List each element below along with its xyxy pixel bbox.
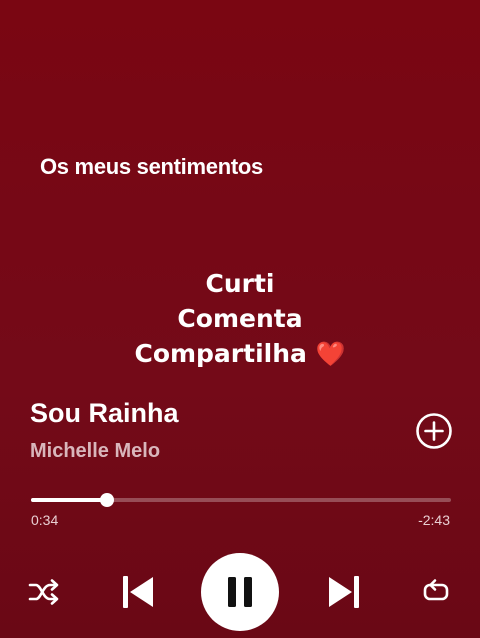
progress-fill	[31, 498, 107, 502]
shuffle-icon	[28, 579, 59, 605]
progress-bar[interactable]	[31, 493, 451, 507]
lyric-line: Os meus sentimentos	[40, 154, 263, 179]
shuffle-button[interactable]	[26, 574, 62, 610]
track-artist[interactable]: Michelle Melo	[30, 440, 160, 463]
previous-button[interactable]	[118, 571, 158, 613]
pause-icon	[228, 577, 252, 607]
pause-button[interactable]	[201, 553, 279, 631]
overlay-line-1: Curti	[205, 269, 275, 298]
add-to-library-button[interactable]	[415, 412, 453, 450]
overlay-line-2: Comenta	[177, 304, 303, 333]
time-elapsed: 0:34	[31, 512, 59, 528]
text-overlay: Curti Comenta Compartilha ❤️	[0, 266, 480, 372]
heart-emoji: ❤️	[315, 340, 346, 368]
skip-previous-icon	[123, 576, 153, 608]
plus-circle-icon	[416, 413, 452, 449]
time-remaining: -2:43	[418, 512, 450, 528]
overlay-line-3-text: Compartilha	[134, 339, 307, 368]
track-title: Sou Rainha	[30, 398, 179, 428]
overlay-line-3: Compartilha ❤️	[0, 336, 480, 372]
progress-knob[interactable]	[99, 493, 114, 507]
repeat-icon	[423, 579, 449, 601]
next-button[interactable]	[324, 571, 364, 613]
repeat-button[interactable]	[418, 574, 454, 610]
skip-next-icon	[329, 576, 359, 608]
